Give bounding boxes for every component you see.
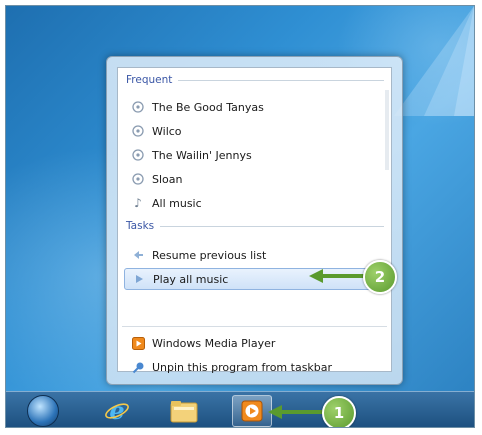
album-icon xyxy=(130,171,146,187)
music-note-icon: ♪ xyxy=(134,196,142,210)
jump-item-be-good-tanyas[interactable]: The Be Good Tanyas xyxy=(124,96,386,118)
frequent-header: Frequent xyxy=(126,74,384,86)
taskbar: e xyxy=(6,391,474,427)
windows-logo-icon xyxy=(27,395,59,427)
unpin-from-taskbar[interactable]: Unpin this program from taskbar xyxy=(124,356,386,378)
desktop: Frequent The Be Good Tanyas Wilco The Wa… xyxy=(5,5,475,428)
album-icon xyxy=(130,99,146,115)
callout-arrow-1 xyxy=(268,405,326,419)
windows-media-player-icon xyxy=(241,400,263,422)
album-icon xyxy=(130,147,146,163)
callout-step-2: 2 xyxy=(363,260,397,294)
windows-media-player-icon xyxy=(130,335,146,351)
jump-list-panel: Frequent The Be Good Tanyas Wilco The Wa… xyxy=(117,67,392,374)
jump-list: Frequent The Be Good Tanyas Wilco The Wa… xyxy=(106,56,403,385)
jump-item-wailin-jennys[interactable]: The Wailin' Jennys xyxy=(124,144,386,166)
jump-item-wilco[interactable]: Wilco xyxy=(124,120,386,142)
windows-explorer-button[interactable] xyxy=(161,395,207,427)
folder-icon xyxy=(170,401,198,423)
windows-media-player-taskbar-button[interactable] xyxy=(232,395,272,427)
jump-item-all-music[interactable]: ♪ All music xyxy=(124,192,386,214)
internet-explorer-button[interactable]: e xyxy=(94,395,140,427)
internet-explorer-icon: e xyxy=(105,398,129,424)
start-button[interactable] xyxy=(20,395,66,427)
callout-arrow-2 xyxy=(309,269,367,283)
album-icon xyxy=(130,123,146,139)
unpin-icon xyxy=(130,359,146,375)
divider xyxy=(122,326,387,327)
pinned-windows-media-player[interactable]: Windows Media Player xyxy=(124,332,386,354)
svg-text:e: e xyxy=(109,398,124,424)
play-icon xyxy=(131,271,147,287)
callout-step-1: 1 xyxy=(322,396,356,427)
tasks-header: Tasks xyxy=(126,220,384,232)
jump-item-sloan[interactable]: Sloan xyxy=(124,168,386,190)
resume-icon xyxy=(130,247,146,263)
task-resume-previous-list[interactable]: Resume previous list xyxy=(124,244,386,266)
